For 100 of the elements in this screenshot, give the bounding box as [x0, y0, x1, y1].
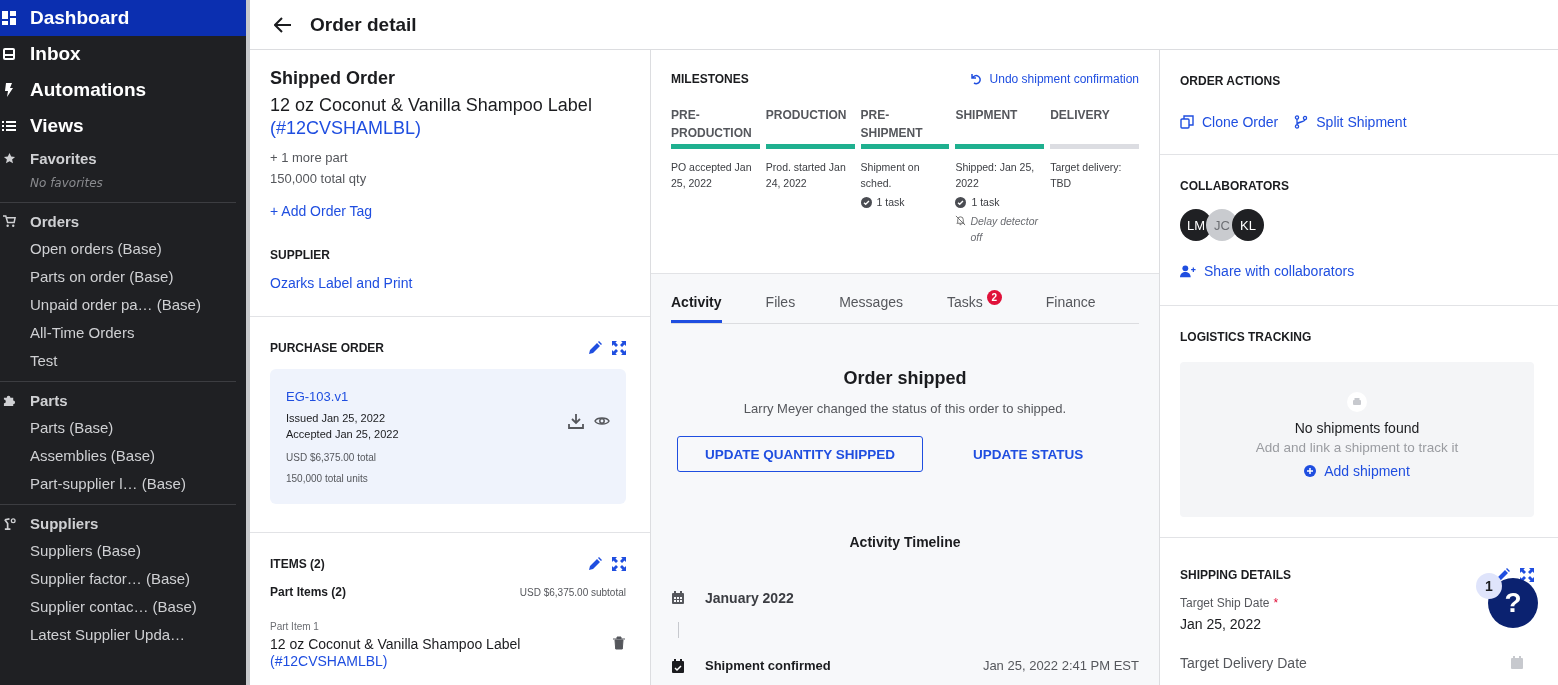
section-heading: ORDER ACTIONS — [1180, 74, 1282, 88]
download-icon[interactable] — [568, 413, 584, 429]
issued-date: Issued Jan 25, 2022 — [286, 411, 387, 426]
edit-icon[interactable] — [588, 557, 602, 571]
sidebar-item[interactable]: Open orders (Base) — [0, 235, 246, 263]
purchase-order-link[interactable]: EG-103.v1 — [286, 389, 349, 404]
calendar-check-icon — [671, 658, 685, 673]
favorites-heading: Favorites — [30, 149, 97, 167]
expand-icon[interactable] — [612, 341, 626, 355]
sidebar-section-heading: Suppliers — [30, 514, 99, 532]
sidebar-item[interactable]: Latest Supplier Upda… — [0, 621, 246, 649]
field-label: Target Ship Date — [1180, 596, 1270, 610]
activity-message: Larry Meyer changed the status of this order to shipped. — [742, 401, 1068, 416]
page-title: Order detail — [310, 13, 417, 36]
section-heading: PURCHASE ORDER — [270, 341, 384, 355]
order-action-link[interactable]: Clone Order — [1180, 114, 1279, 130]
avatar[interactable]: KL — [1232, 209, 1264, 241]
empty-favorites-text: No favorites — [29, 175, 104, 192]
section-heading: SUPPLIER — [270, 248, 331, 262]
milestone-status: Shipped: Jan 25, 2022 — [955, 160, 1036, 191]
event-time: Jan 25, 2022 2:41 PM EST — [982, 658, 1139, 673]
milestone-title: PRE-SHIPMENT — [860, 107, 924, 142]
timeline-month: January 2022 — [705, 590, 794, 606]
empty-title: No shipments found — [1294, 420, 1420, 436]
order-status: Shipped Order — [270, 68, 396, 89]
add-shipment-link[interactable]: Add shipment — [1304, 463, 1410, 479]
expand-icon[interactable] — [1520, 568, 1534, 582]
part-code-link[interactable]: (#12CVSHAMLBL) — [270, 118, 422, 139]
order-action-link[interactable]: Split Shipment — [1294, 114, 1407, 130]
sidebar-item[interactable]: All-Time Orders — [0, 319, 246, 347]
section-heading: COLLABORATORS — [1180, 179, 1290, 193]
bolt-icon — [2, 83, 16, 97]
expand-icon[interactable] — [612, 557, 626, 571]
check-circle-icon — [860, 196, 872, 208]
empty-hint: Add and link a shipment to track it — [1255, 440, 1459, 455]
sidebar-item[interactable]: Inbox — [0, 36, 246, 72]
part-item-label: Part Item 1 — [270, 621, 320, 632]
plus-circle-icon — [1304, 465, 1317, 477]
share-link[interactable]: Share with collaborators — [1180, 263, 1355, 279]
sidebar-section-heading: Orders — [30, 212, 80, 230]
copy-icon — [1180, 115, 1194, 129]
bell-off-icon — [955, 215, 967, 226]
milestone-status: Target delivery: TBD — [1050, 160, 1123, 191]
tab[interactable]: Files — [765, 290, 796, 323]
trash-icon[interactable] — [612, 636, 626, 650]
sidebar-item[interactable]: Parts (Base) — [0, 414, 246, 442]
tab[interactable]: Tasks 2 — [946, 290, 1002, 323]
section-heading: LOGISTICS TRACKING — [1180, 330, 1313, 344]
sidebar-item[interactable]: Views — [0, 108, 246, 144]
milestone-status: PO accepted Jan 25, 2022 — [671, 160, 753, 191]
sidebar-item[interactable]: Part-supplier l… (Base) — [0, 470, 246, 498]
milestone-title: DELIVERY — [1050, 107, 1111, 124]
edit-icon[interactable] — [588, 341, 602, 355]
vehicle-icon — [1347, 392, 1367, 412]
add-order-tag-link[interactable]: + Add Order Tag — [270, 203, 373, 219]
cart-icon — [3, 214, 16, 228]
update-status-button[interactable]: UPDATE STATUS — [943, 438, 1114, 470]
activity-title: Order shipped — [842, 368, 968, 389]
task-count: 1 task — [876, 196, 905, 208]
sidebar-item[interactable]: Assemblies (Base) — [0, 442, 246, 470]
supplier-link[interactable]: Ozarks Label and Print — [270, 275, 413, 291]
tab[interactable]: Activity — [671, 290, 722, 323]
scrollbar[interactable] — [246, 0, 250, 685]
sidebar-item[interactable]: Unpaid order pa… (Base) — [0, 291, 246, 319]
robot-arm-icon — [3, 516, 16, 530]
part-items-heading: Part Items (2) — [270, 585, 347, 599]
subtotal: USD $6,375.00 subtotal — [519, 587, 626, 598]
part-item-name: 12 oz Coconut & Vanilla Shampoo Label — [270, 636, 521, 652]
total-units: 150,000 total units — [286, 473, 369, 484]
sidebar-item[interactable]: Test — [0, 347, 246, 375]
star-icon — [3, 151, 16, 165]
milestone-status: Shipment on sched. — [860, 160, 921, 191]
count-badge: 2 — [986, 289, 1002, 305]
sidebar-item[interactable]: Automations — [0, 72, 246, 108]
milestone-title: SHIPMENT — [955, 107, 1019, 124]
section-heading: SHIPPING DETAILS — [1180, 568, 1292, 582]
sidebar-section-heading: Parts — [30, 391, 68, 409]
sidebar-item[interactable]: Suppliers (Base) — [0, 537, 246, 565]
milestone-title: PRODUCTION — [765, 107, 848, 124]
milestone-status: Prod. started Jan 24, 2022 — [765, 160, 847, 191]
sidebar-item[interactable]: Supplier factor… (Base) — [0, 565, 246, 593]
field-value: Jan 25, 2022 — [1180, 616, 1261, 632]
sidebar-item[interactable]: Supplier contac… (Base) — [0, 593, 246, 621]
update-quantity-button[interactable]: UPDATE QUANTITY SHIPPED — [677, 436, 923, 472]
tab[interactable]: Messages — [839, 290, 903, 323]
timeline-title: Activity Timeline — [848, 534, 962, 550]
milestone-title: PRE-PRODUCTION — [671, 107, 753, 142]
event-title: Shipment confirmed — [705, 658, 831, 673]
back-arrow-icon[interactable] — [274, 16, 292, 33]
undo-link[interactable]: Undo shipment confirmation — [969, 72, 1139, 86]
part-code-link[interactable]: (#12CVSHAMLBL) — [270, 653, 388, 669]
undo-icon — [969, 73, 982, 85]
sidebar-item[interactable]: Dashboard — [0, 0, 246, 36]
section-heading: ITEMS (2) — [270, 557, 325, 571]
more-parts-text: + 1 more part — [270, 149, 349, 167]
sidebar-item[interactable]: Parts on order (Base) — [0, 263, 246, 291]
task-count: 1 task — [971, 196, 1000, 208]
order-total: USD $6,375.00 total — [286, 452, 378, 463]
add-person-icon — [1180, 263, 1196, 279]
tab[interactable]: Finance — [1045, 290, 1096, 323]
